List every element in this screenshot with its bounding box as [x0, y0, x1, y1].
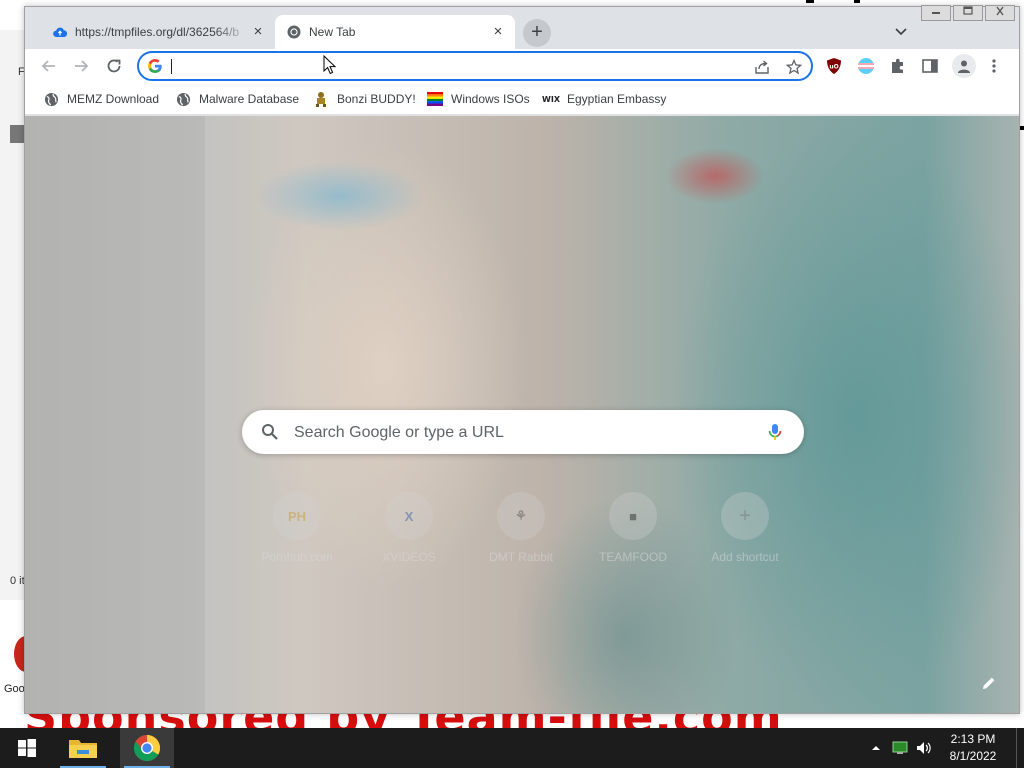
reload-icon[interactable]: [102, 54, 126, 78]
clock-time: 2:13 PM: [950, 732, 996, 746]
system-tray: 2:13 PM 8/1/2022: [864, 728, 1024, 768]
chrome-icon: [287, 25, 301, 39]
ublock-glyph: uO: [829, 64, 838, 71]
maximize-button[interactable]: [953, 5, 983, 21]
ntp-search-box[interactable]: Search Google or type a URL: [242, 410, 804, 454]
volume-icon[interactable]: [912, 728, 936, 768]
file-explorer-icon[interactable]: [56, 728, 110, 768]
background-window-item-count: 0 it: [10, 575, 25, 587]
omnibox[interactable]: [137, 51, 813, 81]
rainbow-flag-icon: [427, 91, 443, 107]
window-controls: [919, 5, 1015, 21]
tab-close-button[interactable]: ×: [489, 23, 507, 41]
mouse-cursor-icon: [323, 55, 337, 75]
add-shortcut-tile[interactable]: + Add shortcut: [689, 492, 801, 582]
bookmark-label: Bonzi BUDDY!: [337, 92, 416, 106]
microphone-icon[interactable]: [764, 421, 786, 443]
taskbar: 2:13 PM 8/1/2022: [0, 728, 1024, 768]
chevron-down-icon[interactable]: [891, 21, 911, 41]
desktop-artifact: [806, 0, 866, 3]
bookmark-windows-isos[interactable]: Windows ISOs: [427, 89, 530, 109]
extension-flag-icon[interactable]: [856, 56, 876, 76]
shortcut-favicon-icon: X: [404, 508, 414, 524]
shortcut-label: XVIDEOS: [382, 550, 436, 564]
share-icon[interactable]: [753, 58, 771, 76]
globe-icon: [175, 91, 191, 107]
profile-avatar-icon[interactable]: [952, 54, 976, 78]
ublock-origin-icon[interactable]: uO: [824, 56, 844, 76]
shortcut-label: Add shortcut: [711, 550, 779, 564]
tab-close-button[interactable]: ×: [249, 23, 267, 41]
toolbar: uO: [25, 49, 1019, 83]
show-desktop-button[interactable]: [1016, 728, 1024, 768]
background-image-shade: [25, 116, 205, 713]
shortcut-label: DMT Rabbit: [489, 550, 553, 564]
bookmark-label: Egyptian Embassy: [567, 92, 667, 106]
shortcut-tile[interactable]: ■ TEAMFOOD: [577, 492, 689, 582]
shortcut-tile[interactable]: ⚘ DMT Rabbit: [465, 492, 577, 582]
tab-title: New Tab: [309, 25, 356, 39]
bookmark-label: Malware Database: [199, 92, 300, 106]
shortcut-favicon-icon: ■: [629, 508, 637, 524]
search-icon: [260, 422, 280, 442]
shortcut-icon-circle: ■: [609, 492, 657, 540]
new-tab-button[interactable]: +: [523, 19, 551, 47]
star-bookmark-icon[interactable]: [785, 58, 803, 76]
close-window-button[interactable]: [985, 5, 1015, 21]
shortcut-favicon-icon: PH: [287, 508, 307, 524]
shortcut-label: Pornhub.com: [261, 550, 333, 564]
clock-date: 8/1/2022: [949, 749, 997, 763]
network-icon[interactable]: [888, 728, 912, 768]
globe-icon: [43, 91, 59, 107]
shortcut-icon-circle: +: [721, 492, 769, 540]
text-caret: [171, 59, 172, 74]
bookmark-label: MEMZ Download: [67, 92, 160, 106]
shortcut-icon-circle: ⚘: [497, 492, 545, 540]
shortcut-icon-circle: X: [385, 492, 433, 540]
shortcut-tile[interactable]: PH Pornhub.com: [241, 492, 353, 582]
bookmark-malware-database[interactable]: Malware Database: [175, 89, 299, 109]
tab-tmpfiles[interactable]: https://tmpfiles.org/dl/362564/b ×: [41, 15, 275, 49]
minimize-button[interactable]: [921, 5, 951, 21]
kebab-menu-icon[interactable]: [984, 56, 1004, 76]
google-g-icon: [147, 58, 163, 79]
desktop-shortcut-label[interactable]: Goo: [4, 683, 25, 695]
cloud-upload-icon: [53, 25, 67, 39]
search-placeholder: Search Google or type a URL: [294, 424, 504, 441]
back-arrow-icon[interactable]: [37, 54, 61, 78]
new-tab-page: Search Google or type a URL PH Pornhub.c…: [25, 116, 1019, 713]
bookmark-bonzi-buddy[interactable]: Bonzi BUDDY!: [313, 89, 416, 109]
chrome-window: https://tmpfiles.org/dl/362564/b × New T…: [24, 5, 1020, 714]
plus-icon: +: [739, 504, 751, 527]
tab-new-tab[interactable]: New Tab ×: [275, 15, 515, 49]
bookmarks-bar: MEMZ Download Malware Database Bonzi BUD…: [25, 83, 1019, 115]
wix-icon: WIX: [542, 94, 560, 104]
tab-title: https://tmpfiles.org/dl/362564/b: [75, 25, 240, 39]
shortcut-tile[interactable]: X XVIDEOS: [353, 492, 465, 582]
forward-arrow-icon[interactable]: [69, 54, 93, 78]
chevron-up-icon[interactable]: [864, 728, 888, 768]
bonzi-icon: [313, 91, 329, 107]
shortcut-favicon-icon: ⚘: [515, 508, 527, 523]
bookmark-egyptian-embassy[interactable]: WIX Egyptian Embassy: [542, 89, 667, 109]
puzzle-extensions-icon[interactable]: [888, 56, 908, 76]
chrome-taskbar-icon[interactable]: [120, 728, 174, 768]
shortcut-label: TEAMFOOD: [599, 550, 667, 564]
tab-strip: https://tmpfiles.org/dl/362564/b × New T…: [25, 5, 1019, 49]
side-panel-icon[interactable]: [920, 56, 940, 76]
bookmark-label: Windows ISOs: [451, 92, 530, 106]
address-input[interactable]: [173, 57, 733, 75]
bookmark-memz[interactable]: MEMZ Download: [43, 89, 159, 109]
windows-start-icon[interactable]: [0, 728, 54, 768]
pencil-edit-icon[interactable]: [977, 671, 1001, 695]
taskbar-clock[interactable]: 2:13 PM 8/1/2022: [936, 731, 1010, 765]
shortcut-icon-circle: PH: [273, 492, 321, 540]
